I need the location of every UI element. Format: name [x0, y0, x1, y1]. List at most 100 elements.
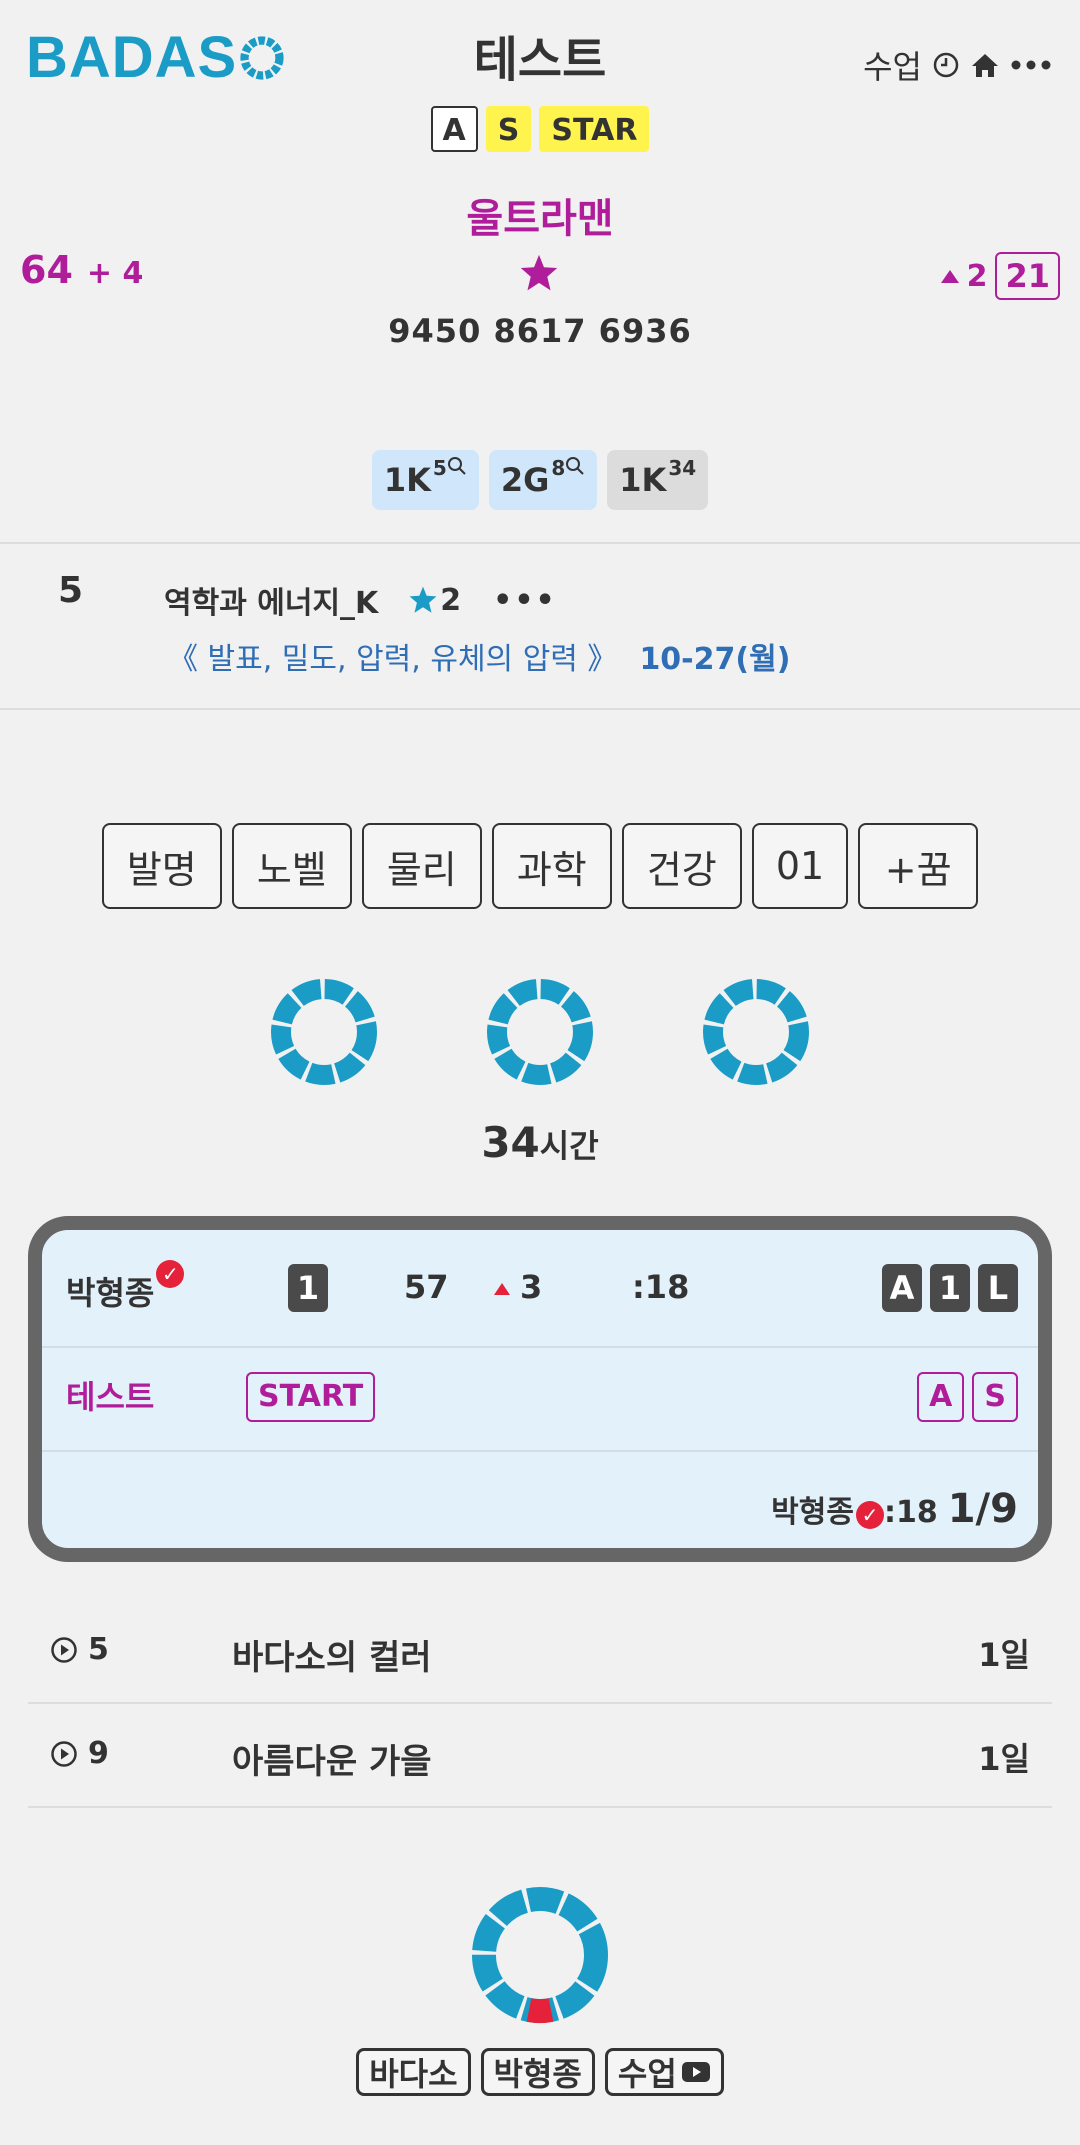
- class-link[interactable]: 수업: [863, 42, 922, 88]
- category-button[interactable]: 발명: [101, 823, 222, 909]
- ring-icon: [703, 979, 809, 1085]
- ring-icon: [271, 979, 377, 1085]
- level-main: 1K: [619, 461, 667, 499]
- hours-unit: 시간: [539, 1127, 599, 1165]
- list-item-days: 1일: [978, 1740, 1030, 1778]
- level-sup: 8: [551, 456, 566, 480]
- badaso-button-label: 바다소: [369, 2055, 458, 2093]
- clock-icon[interactable]: [932, 51, 960, 79]
- level-chip[interactable]: 1K 5: [371, 450, 479, 510]
- level-main: 1K: [383, 461, 431, 499]
- player-button-label: 박형종: [493, 2055, 582, 2093]
- card-value: 57: [404, 1268, 449, 1306]
- badge: A: [882, 1264, 922, 1312]
- badge: L: [978, 1264, 1018, 1312]
- id-numbers: 9450 8617 6936: [388, 312, 692, 350]
- list-item-num: 9: [88, 1736, 109, 1771]
- score-value: 64: [20, 248, 73, 292]
- lesson-topics: 《 발표, 밀도, 압력, 유체의 압력 》: [168, 642, 618, 677]
- session-card[interactable]: 박형종 ✓ 1 57 3 :18 A 1 L 테스트 START A S 박형종 ✓…: [28, 1216, 1052, 1562]
- card-up-value: 3: [520, 1268, 543, 1306]
- card-row-test: 테스트 START A S: [42, 1346, 1038, 1452]
- category-button[interactable]: 01: [751, 823, 849, 909]
- footer-player: 박형종: [771, 1495, 854, 1530]
- lesson-star-count: 2: [440, 582, 462, 618]
- progress-rings: [0, 978, 1080, 1086]
- level-sup: 34: [668, 456, 697, 480]
- list-item-days: 1일: [978, 1636, 1030, 1674]
- badge: 1: [930, 1264, 970, 1312]
- category-buttons: 발명 노벨 물리 과학 건강 01 +꿈: [0, 823, 1080, 909]
- footer-time: :18: [883, 1495, 938, 1530]
- play-circle-icon: [51, 1740, 77, 1767]
- lesson-more-button[interactable]: •••: [493, 583, 557, 618]
- lesson-date: 10-27(월): [639, 642, 791, 677]
- category-button[interactable]: 과학: [491, 823, 612, 909]
- category-button[interactable]: +꿈: [858, 823, 979, 909]
- score-delta: + 4: [86, 256, 144, 291]
- home-icon[interactable]: [970, 51, 1000, 79]
- hours-value: 34: [481, 1118, 540, 1167]
- player-name-text: 박형종: [66, 1274, 155, 1312]
- lesson-title-row: 역학과 에너지_K 2 •••: [164, 578, 557, 622]
- list-item-index: 5: [50, 1632, 109, 1667]
- class-button-label: 수업: [617, 2055, 677, 2093]
- level-chips: 1K 5 2G 8 1K 34: [0, 450, 1080, 510]
- list-item-index: 9: [50, 1736, 109, 1771]
- card-row-footer: 박형종 ✓ :18 1/9: [42, 1450, 1038, 1548]
- star-icon: [520, 254, 558, 291]
- divider: [0, 708, 1080, 710]
- grade-badges: A S: [917, 1372, 1018, 1422]
- level-main: 2G: [500, 461, 550, 499]
- category-button[interactable]: 물리: [361, 823, 482, 909]
- category-button[interactable]: 노벨: [231, 823, 352, 909]
- card-time: :18: [632, 1268, 690, 1306]
- list-item[interactable]: 9 아름다운 가을 1일: [28, 1704, 1052, 1808]
- list-item-title: 아름다운 가을: [232, 1742, 432, 1782]
- divider: [0, 542, 1080, 544]
- card-right-badges: A 1 L: [882, 1264, 1018, 1312]
- star-icon: [409, 586, 437, 613]
- lesson-subtitle-row: 《 발표, 밀도, 압력, 유체의 압력 》 10-27(월): [168, 634, 790, 678]
- search-icon: [447, 457, 466, 475]
- level-chip[interactable]: 1K 34: [607, 450, 709, 510]
- ring-icon: [487, 979, 593, 1085]
- more-horizontal-icon[interactable]: [1010, 59, 1052, 71]
- rank-badge: 1: [288, 1264, 328, 1312]
- start-label: START: [246, 1372, 376, 1422]
- class-button[interactable]: 수업: [604, 2048, 724, 2096]
- card-up: 3: [494, 1268, 542, 1306]
- tag-star: STAR: [539, 106, 650, 152]
- tag-s: S: [485, 106, 532, 152]
- rank-up-icon: [940, 269, 959, 283]
- start-button[interactable]: START: [246, 1372, 376, 1422]
- test-label: 테스트: [66, 1378, 155, 1416]
- bottom-buttons: 바다소 박형종 수업: [0, 2048, 1080, 2096]
- list-item-num: 5: [88, 1632, 109, 1667]
- total-hours: 34시간: [0, 1118, 1080, 1167]
- card-footer: 박형종 ✓ :18 1/9: [771, 1486, 1018, 1532]
- search-icon: [566, 457, 584, 475]
- level-chip[interactable]: 2G 8: [488, 450, 598, 510]
- grade-badge: S: [972, 1372, 1018, 1422]
- play-circle-icon: [51, 1636, 77, 1663]
- list-item[interactable]: 5 바다소의 컬러 1일: [28, 1600, 1052, 1704]
- progress-ring-icon: [472, 1887, 608, 2024]
- card-row-player: 박형종 ✓ 1 57 3 :18 A 1 L: [42, 1230, 1038, 1348]
- footer-progress: 1/9: [947, 1486, 1018, 1532]
- badaso-button[interactable]: 바다소: [356, 2048, 471, 2096]
- tag-row: A S STAR: [0, 106, 1080, 152]
- video-play-icon: [681, 2062, 710, 2082]
- player-button[interactable]: 박형종: [480, 2048, 595, 2096]
- level-sup: 5: [432, 456, 447, 480]
- rank: 2 21: [940, 252, 1060, 300]
- category-button[interactable]: 건강: [621, 823, 742, 909]
- lesson-title[interactable]: 역학과 에너지_K: [164, 578, 378, 622]
- character-name: 울트라맨: [466, 196, 614, 242]
- lesson-number: 5: [58, 570, 84, 611]
- badge-number: 1: [288, 1264, 328, 1312]
- list-item-title: 바다소의 컬러: [232, 1638, 432, 1678]
- lesson-rating: 2: [408, 583, 461, 618]
- player-name: 박형종 ✓: [66, 1260, 185, 1314]
- rank-up-value: 2: [966, 258, 988, 294]
